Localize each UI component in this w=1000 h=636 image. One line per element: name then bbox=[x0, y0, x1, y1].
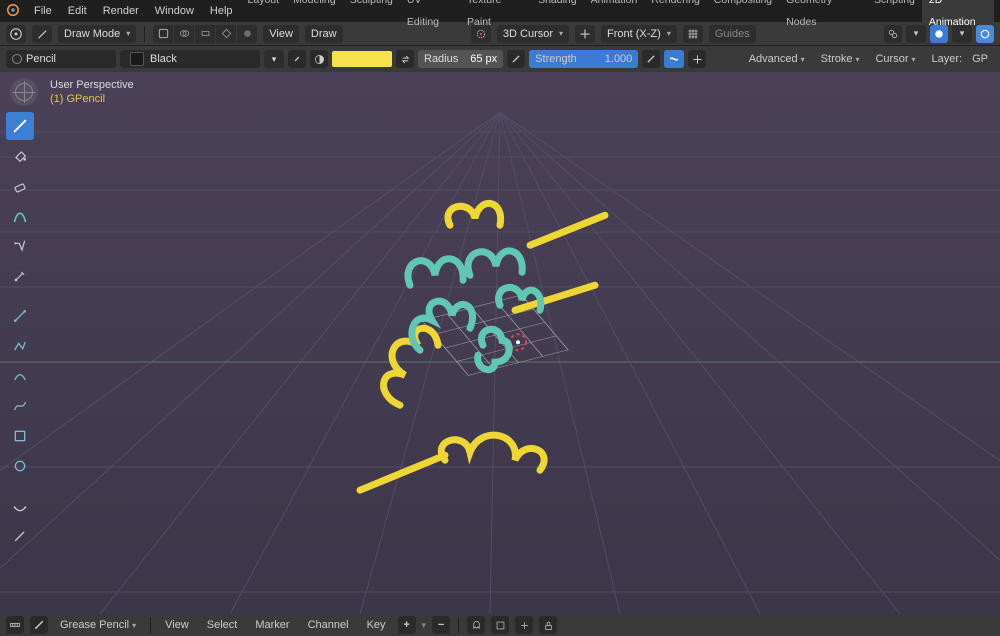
tool-cutter[interactable] bbox=[6, 232, 34, 260]
tool-annotate[interactable] bbox=[6, 522, 34, 550]
strength-pressure-icon[interactable] bbox=[642, 50, 660, 68]
cursor3d-icon[interactable] bbox=[471, 25, 491, 43]
guides-label[interactable]: Guides bbox=[709, 25, 756, 43]
only-selected-icon[interactable] bbox=[515, 616, 533, 634]
radius-value: 65 px bbox=[470, 53, 497, 65]
shading-dropdown-icon[interactable]: ▾ bbox=[952, 25, 972, 43]
tool-eyedropper[interactable] bbox=[6, 262, 34, 290]
radius-pressure-icon[interactable] bbox=[507, 50, 525, 68]
link-material-icon[interactable] bbox=[288, 50, 306, 68]
orientation-dropdown[interactable]: Front (X-Z) bbox=[601, 25, 677, 43]
summary-icon[interactable] bbox=[491, 616, 509, 634]
tool-curve[interactable] bbox=[6, 392, 34, 420]
menu-render[interactable]: Render bbox=[95, 0, 147, 22]
xray-toggle-icon[interactable] bbox=[216, 25, 236, 43]
stroke-dropdown[interactable]: Stroke bbox=[815, 50, 866, 69]
layer-value[interactable]: GP bbox=[966, 50, 994, 68]
mode-dropdown[interactable]: Draw Mode bbox=[58, 25, 136, 43]
mask-toggle-icon[interactable] bbox=[153, 25, 173, 43]
brush-preview-icon bbox=[12, 54, 22, 64]
autofix-icon[interactable] bbox=[688, 50, 706, 68]
toolbar-separator bbox=[6, 292, 34, 300]
tool-arc[interactable] bbox=[6, 362, 34, 390]
add-key-icon[interactable]: + bbox=[398, 616, 416, 634]
overlays-dropdown-icon[interactable]: ▾ bbox=[906, 25, 926, 43]
color-swatch[interactable] bbox=[332, 51, 392, 67]
timeline-editor-dropdown[interactable]: Grease Pencil bbox=[54, 619, 142, 631]
gp-mode-icon[interactable] bbox=[30, 616, 48, 634]
advanced-dropdown[interactable]: Advanced bbox=[743, 50, 811, 69]
radius-label: Radius bbox=[424, 53, 458, 65]
onion-toggle-icon[interactable] bbox=[174, 25, 194, 43]
navigation-gizmo[interactable] bbox=[10, 78, 38, 106]
remove-key-icon[interactable]: − bbox=[432, 616, 450, 634]
viewport-overlay-text: User Perspective (1) GPencil bbox=[50, 78, 134, 106]
shading-solid-icon[interactable] bbox=[930, 25, 948, 43]
display-mode-toggle-group bbox=[153, 25, 257, 43]
placement-dropdown[interactable]: 3D Cursor bbox=[497, 25, 569, 43]
tool-box[interactable] bbox=[6, 422, 34, 450]
timeline-menu-key[interactable]: Key bbox=[361, 619, 392, 631]
tool-erase[interactable] bbox=[6, 172, 34, 200]
layer-label: Layer: bbox=[932, 53, 963, 65]
material-dropdown-icon[interactable]: ▾ bbox=[264, 50, 284, 68]
material-name: Black bbox=[150, 53, 177, 65]
toolbar-separator bbox=[6, 482, 34, 490]
timeline-menu-view[interactable]: View bbox=[159, 619, 195, 631]
header-menu-draw[interactable]: Draw bbox=[305, 25, 343, 43]
grid-icon[interactable] bbox=[683, 25, 703, 43]
strength-value: 1.000 bbox=[605, 53, 633, 65]
viewport-header-2: Pencil Black ▾ Radius 65 px Strength 1.0… bbox=[0, 46, 1000, 72]
divider bbox=[150, 617, 151, 633]
menu-help[interactable]: Help bbox=[202, 0, 241, 22]
editor-type-timeline-icon[interactable] bbox=[6, 616, 24, 634]
main-menubar: File Edit Render Window Help Layout Mode… bbox=[0, 0, 1000, 22]
cursor-dropdown[interactable]: Cursor bbox=[869, 50, 921, 69]
overlays-icon[interactable] bbox=[884, 25, 902, 43]
fade-toggle-icon[interactable] bbox=[237, 25, 257, 43]
color-mode-icon[interactable] bbox=[310, 50, 328, 68]
active-object-label: (1) GPencil bbox=[50, 92, 134, 106]
ghost-icon[interactable] bbox=[467, 616, 485, 634]
axis-icon[interactable] bbox=[575, 25, 595, 43]
perspective-label: User Perspective bbox=[50, 78, 134, 92]
menu-edit[interactable]: Edit bbox=[60, 0, 95, 22]
brush-field[interactable]: Pencil bbox=[6, 50, 116, 68]
brush-name: Pencil bbox=[26, 53, 56, 65]
blender-logo-icon bbox=[6, 3, 20, 20]
strength-label: Strength bbox=[535, 53, 577, 65]
tool-tint[interactable] bbox=[6, 202, 34, 230]
tool-polyline[interactable] bbox=[6, 332, 34, 360]
header-menu-view[interactable]: View bbox=[263, 25, 299, 43]
strength-slider[interactable]: Strength 1.000 bbox=[529, 50, 638, 68]
menu-file[interactable]: File bbox=[26, 0, 60, 22]
add-key-dropdown-icon[interactable]: ▾ bbox=[422, 620, 427, 631]
material-field[interactable]: Black bbox=[120, 50, 260, 68]
3d-viewport[interactable]: User Perspective (1) GPencil bbox=[0, 72, 1000, 614]
material-color-icon bbox=[130, 52, 144, 66]
timeline-menu-select[interactable]: Select bbox=[201, 619, 244, 631]
lock-icon[interactable] bbox=[539, 616, 557, 634]
grease-pencil-drawing bbox=[320, 170, 680, 530]
tool-fill[interactable] bbox=[6, 142, 34, 170]
divider bbox=[144, 26, 145, 42]
timeline-header: Grease Pencil View Select Marker Channel… bbox=[0, 614, 1000, 636]
tool-line[interactable] bbox=[6, 302, 34, 330]
timeline-menu-channel[interactable]: Channel bbox=[302, 619, 355, 631]
divider bbox=[458, 617, 459, 633]
shading-material-icon[interactable] bbox=[976, 25, 994, 43]
multiframe-toggle-icon[interactable] bbox=[195, 25, 215, 43]
menu-window[interactable]: Window bbox=[147, 0, 202, 22]
tool-draw[interactable] bbox=[6, 112, 34, 140]
radius-field[interactable]: Radius 65 px bbox=[418, 50, 503, 68]
mode-icon[interactable] bbox=[32, 25, 52, 43]
editor-type-icon[interactable] bbox=[6, 25, 26, 43]
viewport-header-1: Draw Mode View Draw 3D Cursor Front (X-Z… bbox=[0, 22, 1000, 46]
tool-circle[interactable] bbox=[6, 452, 34, 480]
timeline-menu-marker[interactable]: Marker bbox=[249, 619, 295, 631]
tool-interpolate[interactable] bbox=[6, 492, 34, 520]
left-toolbar bbox=[6, 112, 34, 550]
stabilize-toggle-icon[interactable] bbox=[664, 50, 684, 68]
color-flip-icon[interactable] bbox=[396, 50, 414, 68]
